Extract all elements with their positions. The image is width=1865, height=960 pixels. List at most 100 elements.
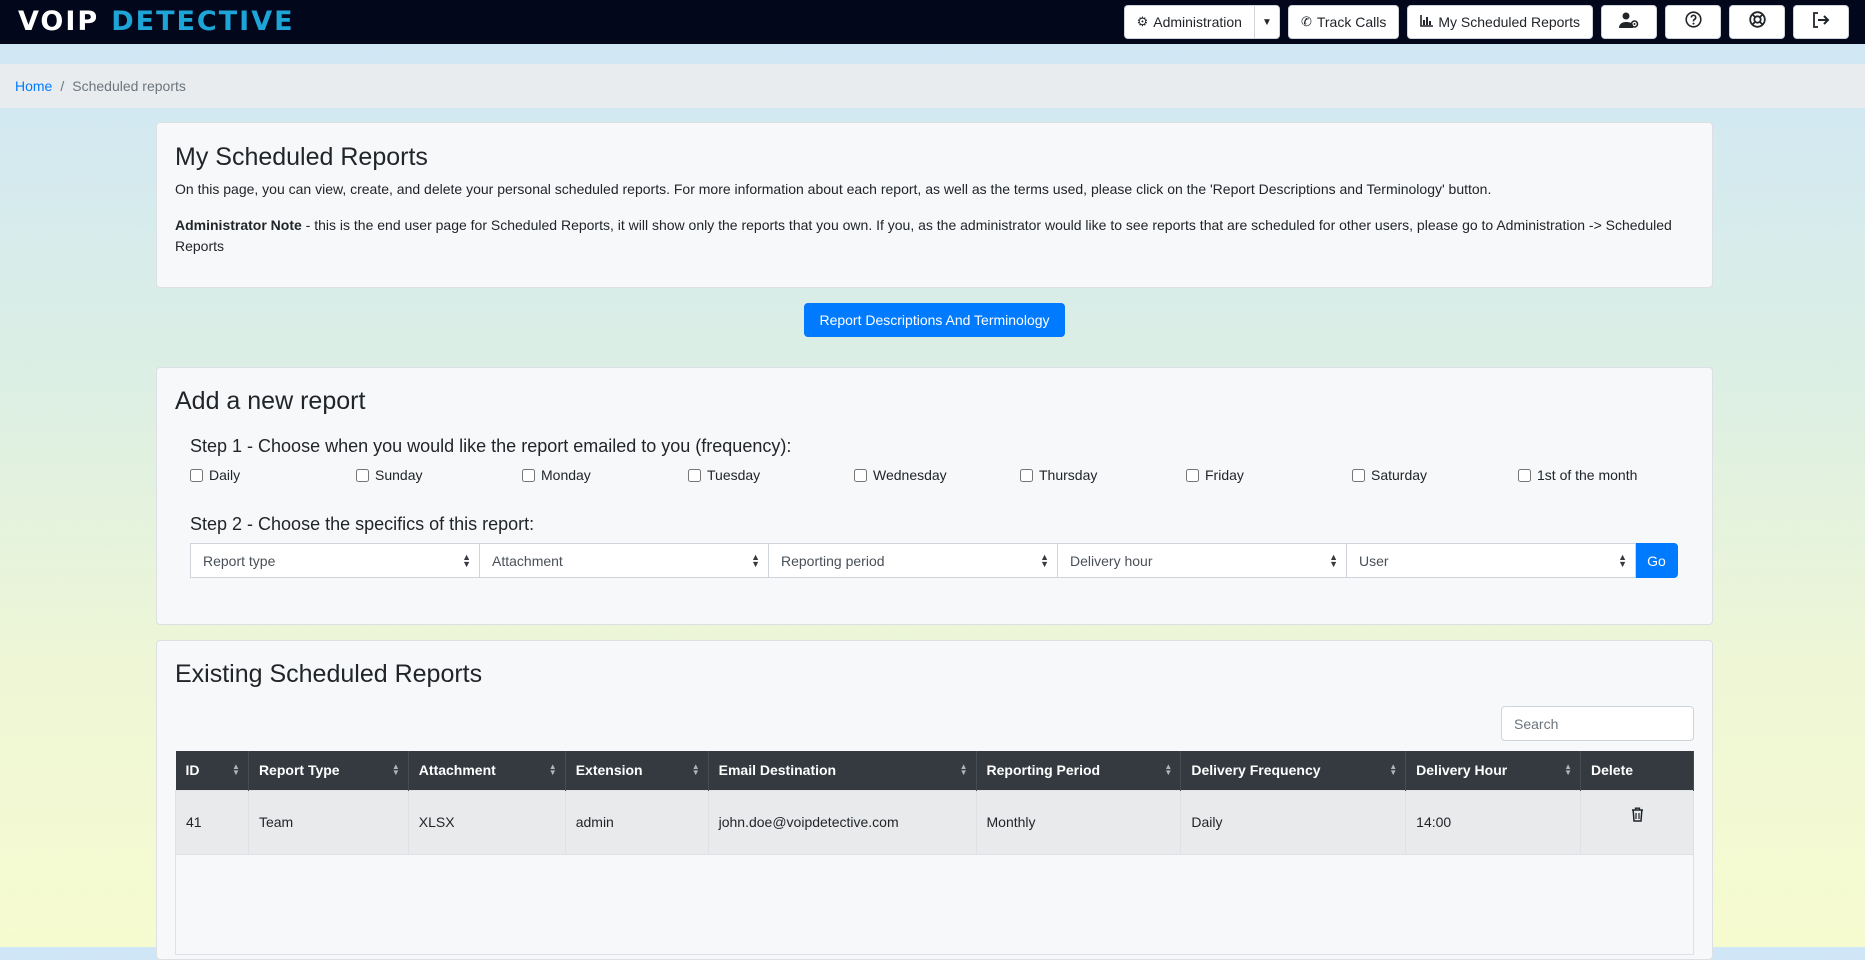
phone-icon: ✆ [1300, 14, 1312, 29]
select-value: Report type [203, 552, 276, 569]
column-header-delete: Delete [1580, 751, 1694, 790]
cell-reporting-period: Monthly [975, 789, 1182, 855]
trash-icon[interactable] [1631, 807, 1644, 825]
checkbox-saturday[interactable] [1352, 468, 1365, 482]
logo-text-detective: DETECTIVE [111, 5, 295, 37]
day-checkbox-tuesday[interactable]: Tuesday [688, 467, 760, 483]
column-label: Delivery Hour [1416, 762, 1508, 779]
column-header-delivery-hour[interactable]: Delivery Hour ▲ ▼ [1405, 751, 1582, 790]
administrator-note: Administrator Note - this is the end use… [175, 215, 1690, 257]
breadcrumb-current: Scheduled reports [72, 78, 186, 94]
my-scheduled-reports-button[interactable]: My Scheduled Reports [1407, 5, 1593, 39]
column-header-id[interactable]: ID ▲ ▼ [175, 751, 249, 790]
column-header-attachment[interactable]: Attachment ▲ ▼ [408, 751, 566, 790]
column-label: Reporting Period [986, 762, 1101, 779]
select-value: Reporting period [781, 552, 885, 569]
checkbox-thursday[interactable] [1020, 468, 1033, 482]
track-calls-label: Track Calls [1316, 14, 1387, 30]
checkbox-monday[interactable] [522, 468, 535, 482]
cell-report-type: Team [247, 789, 409, 855]
sort-icon: ▲ ▼ [548, 762, 557, 777]
step1-title: Step 1 - Choose when you would like the … [190, 436, 792, 456]
user-settings-button[interactable] [1601, 5, 1657, 39]
checkbox-tuesday[interactable] [688, 468, 701, 482]
checkbox-friday[interactable] [1186, 468, 1199, 482]
column-label: Attachment [418, 762, 496, 779]
administration-caret-button[interactable]: ▼ [1253, 5, 1280, 39]
search-input[interactable] [1501, 706, 1694, 741]
column-label: Delete [1591, 762, 1634, 779]
sort-icon: ▲ ▼ [1564, 762, 1573, 777]
scheduled-reports-table: ID ▲ ▼ Report Type ▲ ▼ Attachment ▲ ▼ Extensio… [175, 751, 1694, 855]
column-header-extension[interactable]: Extension ▲ ▼ [565, 751, 709, 790]
report-specifics-form: Report type ▲ ▼ Attachment ▲ ▼ Reporting per… [190, 543, 1678, 578]
add-report-card: Add a new report Step 1 - Choose when yo… [156, 367, 1713, 625]
day-checkbox-thursday[interactable]: Thursday [1020, 467, 1097, 483]
table-empty-area [175, 855, 1694, 955]
reporting-period-select[interactable]: Reporting period ▲ ▼ [768, 543, 1058, 578]
cogs-icon: ⚙ [1136, 14, 1149, 29]
sign-out-icon [1812, 11, 1830, 33]
column-header-email-destination[interactable]: Email Destination ▲ ▼ [708, 751, 977, 790]
sort-arrows-icon: ▲ ▼ [751, 552, 760, 569]
attachment-select[interactable]: Attachment ▲ ▼ [479, 543, 769, 578]
logo-text-voip: VOIP [18, 5, 100, 37]
column-label: Report Type [258, 762, 340, 779]
sort-icon: ▲ ▼ [1164, 762, 1173, 777]
cell-attachment: XLSX [407, 789, 566, 855]
intro-description: On this page, you can view, create, and … [175, 181, 1492, 197]
cell-id: 41 [175, 789, 249, 855]
day-checkbox-monday[interactable]: Monday [522, 467, 591, 483]
delivery-hour-select[interactable]: Delivery hour ▲ ▼ [1057, 543, 1347, 578]
top-navbar: VOIP DETECTIVE ⚙ Administration ▼ ✆ Trac… [0, 0, 1865, 44]
report-descriptions-button[interactable]: Report Descriptions And Terminology [804, 303, 1065, 337]
track-calls-button[interactable]: ✆ Track Calls [1287, 5, 1400, 39]
sort-arrows-icon: ▲ ▼ [1040, 552, 1049, 569]
administration-button[interactable]: ⚙ Administration [1123, 5, 1254, 39]
day-checkbox-daily[interactable]: Daily [190, 467, 240, 483]
support-button[interactable] [1729, 5, 1785, 39]
administration-label: Administration [1153, 14, 1242, 30]
checkbox-daily[interactable] [190, 468, 203, 482]
existing-reports-title: Existing Scheduled Reports [175, 660, 483, 688]
report-type-select[interactable]: Report type ▲ ▼ [190, 543, 480, 578]
voip-detective-logo[interactable]: VOIP DETECTIVE [18, 4, 295, 38]
day-checkbox-saturday[interactable]: Saturday [1352, 467, 1427, 483]
cell-delivery-frequency: Daily [1180, 789, 1407, 855]
day-checkbox-first-of-month[interactable]: 1st of the month [1518, 467, 1637, 483]
checkbox-first-of-month[interactable] [1518, 468, 1531, 482]
select-value: User [1359, 552, 1389, 569]
cell-extension: admin [564, 789, 709, 855]
cell-delete [1580, 789, 1694, 855]
column-header-delivery-frequency[interactable]: Delivery Frequency ▲ ▼ [1180, 751, 1407, 790]
column-header-reporting-period[interactable]: Reporting Period ▲ ▼ [976, 751, 1182, 790]
checkbox-wednesday[interactable] [854, 468, 867, 482]
column-label: Delivery Frequency [1191, 762, 1321, 779]
day-label: Wednesday [873, 467, 947, 483]
sort-icon: ▲ ▼ [1389, 762, 1398, 777]
my-scheduled-reports-label: My Scheduled Reports [1438, 14, 1580, 30]
user-select[interactable]: User ▲ ▼ [1346, 543, 1636, 578]
administrator-note-text: - this is the end user page for Schedule… [175, 217, 1672, 254]
sort-icon: ▲ ▼ [232, 762, 240, 777]
sort-arrows-icon: ▲ ▼ [1329, 552, 1338, 569]
day-checkbox-friday[interactable]: Friday [1186, 467, 1244, 483]
cell-delivery-hour: 14:00 [1405, 789, 1582, 855]
go-button[interactable]: Go [1635, 543, 1678, 578]
sort-arrows-icon: ▲ ▼ [1618, 552, 1627, 569]
nav-buttons: ⚙ Administration ▼ ✆ Track Calls My Sche… [1123, 5, 1849, 39]
day-checkbox-sunday[interactable]: Sunday [356, 467, 422, 483]
day-checkbox-wednesday[interactable]: Wednesday [854, 467, 947, 483]
existing-reports-card: Existing Scheduled Reports ID ▲▼ Report T… [156, 640, 1713, 960]
administrator-note-label: Administrator Note [175, 217, 302, 233]
checkbox-sunday[interactable] [356, 468, 369, 482]
column-label: Email Destination [718, 762, 837, 779]
add-report-title: Add a new report [175, 387, 366, 415]
table-header-row: ID ▲ ▼ Report Type ▲ ▼ Attachment ▲ ▼ Extensio… [175, 751, 1694, 790]
logout-button[interactable] [1793, 5, 1849, 39]
intro-card: My Scheduled Reports On this page, you c… [156, 122, 1713, 288]
help-button[interactable] [1665, 5, 1721, 39]
select-value: Delivery hour [1070, 552, 1153, 569]
breadcrumb-home-link[interactable]: Home [15, 78, 52, 94]
column-header-report-type[interactable]: Report Type ▲ ▼ [248, 751, 409, 790]
